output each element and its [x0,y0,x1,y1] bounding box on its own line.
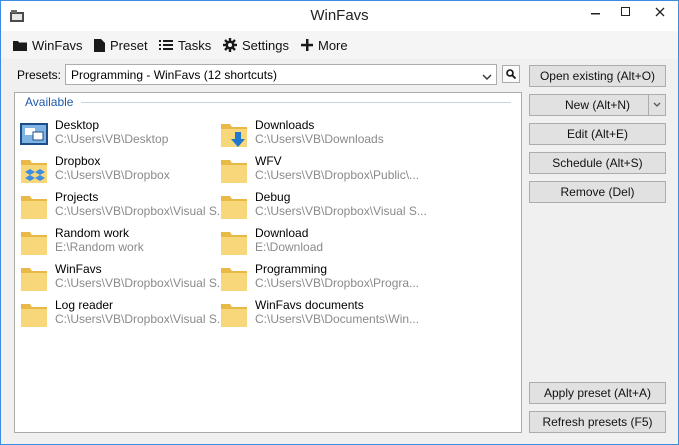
new-dropdown-arrow[interactable] [648,95,665,115]
gear-icon [223,38,237,52]
minimize-button[interactable] [581,1,611,23]
menu-tasks[interactable]: Tasks [159,36,211,54]
dropbox-folder-icon [19,156,49,186]
folder-icon [219,228,249,258]
menu-preset[interactable]: Preset [94,36,148,54]
app-window: WinFavs WinFavs Preset Tasks Settings Mo… [0,0,679,445]
menu-more[interactable]: More [301,36,348,54]
folder-icon [219,156,249,186]
new-button[interactable]: New (Alt+N) [529,94,666,116]
list-item[interactable]: Dropbox C:\Users\VB\Dropbox [19,154,219,190]
list-item[interactable]: WFV C:\Users\VB\Dropbox\Public\... [219,154,419,190]
available-group-title: Available [25,95,78,109]
new-button-label: New (Alt+N) [564,98,630,112]
preset-selected-value: Programming - WinFavs (12 shortcuts) [71,68,278,82]
search-icon [506,69,516,79]
group-divider [81,102,511,103]
title-bar[interactable]: WinFavs [1,1,678,31]
plus-icon [301,39,313,51]
folder-icon [19,264,49,294]
menu-winfavs[interactable]: WinFavs [13,36,83,54]
list-item[interactable]: Downloads C:\Users\VB\Downloads [219,118,419,154]
folder-icon [19,192,49,222]
close-icon [655,7,664,17]
list-item[interactable]: Debug C:\Users\VB\Dropbox\Visual S... [219,190,427,226]
apply-preset-button[interactable]: Apply preset (Alt+A) [529,382,666,404]
close-button[interactable] [641,1,678,23]
folder-icon [219,264,249,294]
folder-icon [219,192,249,222]
chevron-down-icon [653,102,661,107]
list-icon [159,40,173,50]
window-title: WinFavs [310,7,369,24]
folder-icon [219,300,249,330]
presets-label: Presets: [17,68,62,82]
schedule-button[interactable]: Schedule (Alt+S) [529,152,666,174]
list-item[interactable]: WinFavs C:\Users\VB\Dropbox\Visual S... [19,262,227,298]
open-existing-button[interactable]: Open existing (Alt+O) [529,65,666,87]
desktop-icon [19,120,49,150]
menu-bar: WinFavs Preset Tasks Settings More [1,31,678,59]
list-item[interactable]: Programming C:\Users\VB\Dropbox\Progra..… [219,262,419,298]
folder-icon [19,228,49,258]
search-preset-button[interactable] [502,65,520,83]
folder-icon [19,300,49,330]
list-item[interactable]: Desktop C:\Users\VB\Desktop [19,118,219,154]
maximize-button[interactable] [611,1,641,23]
list-item[interactable]: Random work E:\Random work [19,226,219,262]
menu-settings[interactable]: Settings [223,36,289,54]
list-item[interactable]: WinFavs documents C:\Users\VB\Documents\… [219,298,419,334]
chevron-down-icon [482,70,492,84]
list-item[interactable]: Projects C:\Users\VB\Dropbox\Visual S... [19,190,227,226]
edit-button[interactable]: Edit (Alt+E) [529,123,666,145]
refresh-presets-button[interactable]: Refresh presets (F5) [529,411,666,433]
document-icon [94,38,105,52]
list-item[interactable]: Log reader C:\Users\VB\Dropbox\Visual S.… [19,298,227,334]
list-item[interactable]: Download E:\Download [219,226,419,262]
folder-icon [13,41,27,51]
remove-button[interactable]: Remove (Del) [529,181,666,203]
downloads-folder-icon [219,120,249,150]
preset-dropdown[interactable]: Programming - WinFavs (12 shortcuts) [65,64,497,85]
